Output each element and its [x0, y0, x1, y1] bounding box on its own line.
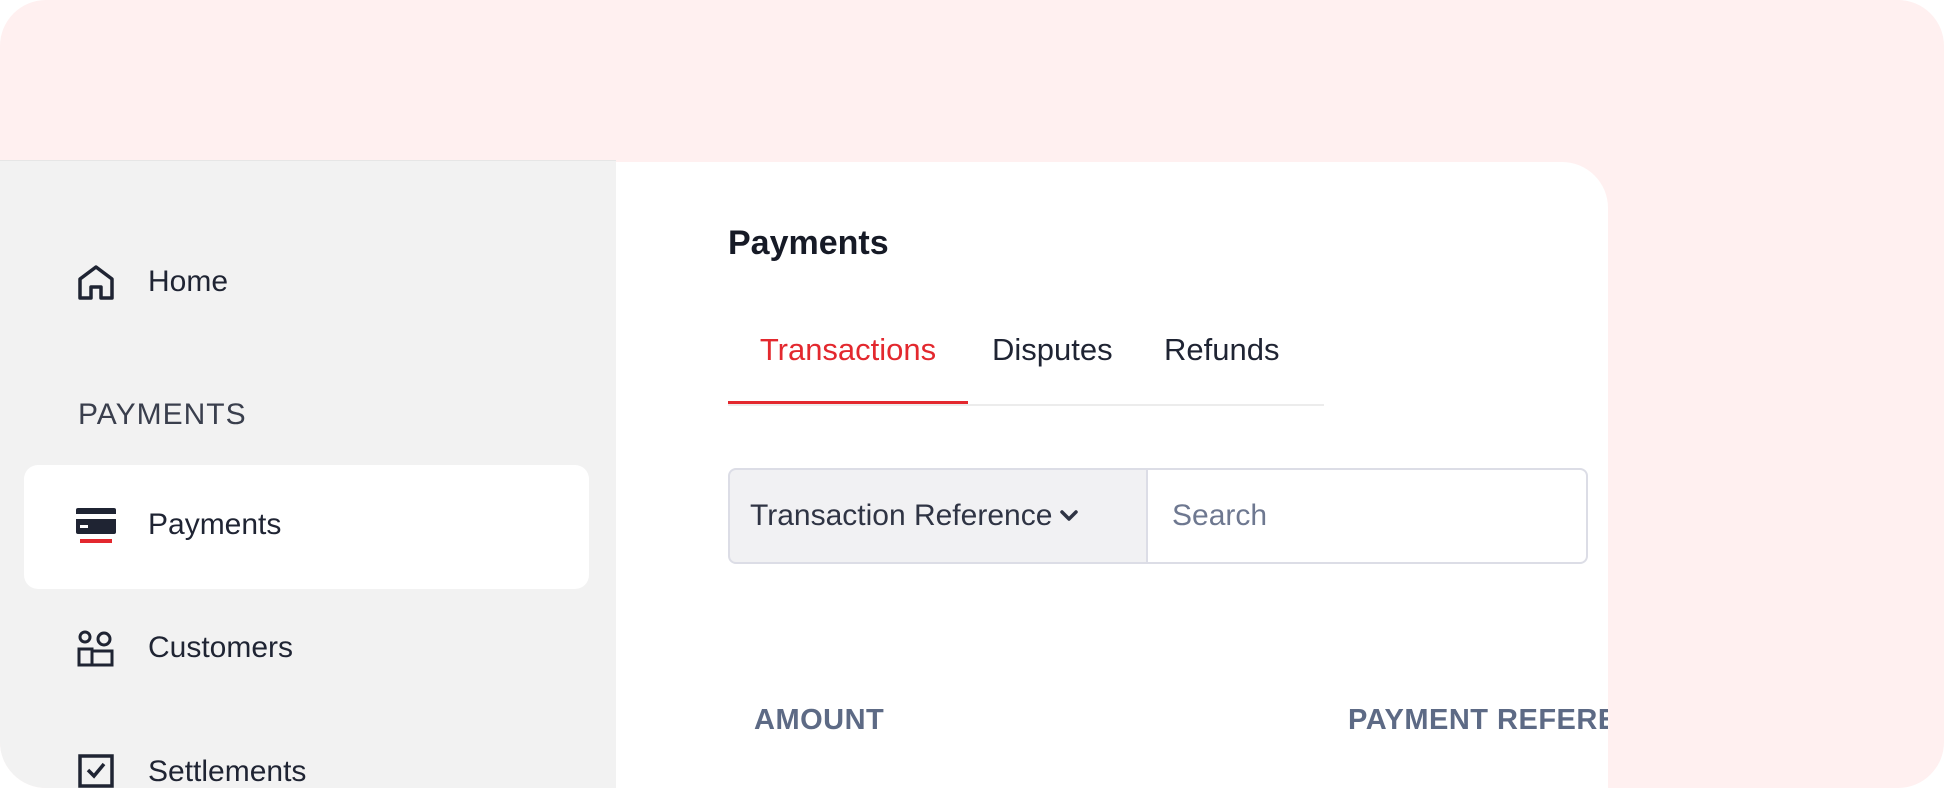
- filter-field-select[interactable]: Transaction Reference: [728, 468, 1148, 564]
- tab-transactions[interactable]: Transactions: [728, 332, 968, 404]
- chevron-down-icon: [1058, 505, 1080, 527]
- sidebar-item-label: Customers: [148, 631, 294, 664]
- search-filter: Transaction Reference: [728, 468, 1588, 564]
- card-icon: [76, 505, 116, 545]
- main-content: Payments Transactions Disputes Refunds T…: [616, 162, 1608, 788]
- sidebar-item-label: Settlements: [148, 755, 307, 788]
- sidebar-item-label: Payments: [148, 508, 282, 541]
- customers-icon: [76, 628, 116, 668]
- sidebar-item-label: Home: [148, 265, 229, 298]
- tab-disputes[interactable]: Disputes: [992, 332, 1113, 368]
- column-header-payment-reference: PAYMENT REFERENCE: [1348, 704, 1608, 736]
- filter-field-value: Transaction Reference: [750, 499, 1053, 532]
- sidebar-item-settlements[interactable]: Settlements: [76, 752, 306, 788]
- main-panel: Payments Transactions Disputes Refunds T…: [616, 162, 1608, 788]
- sidebar-item-home[interactable]: Home: [76, 262, 228, 302]
- sidebar-item-payments[interactable]: Payments: [76, 505, 281, 545]
- column-header-amount: AMOUNT: [754, 704, 885, 736]
- page-title: Payments: [728, 224, 889, 262]
- search-input[interactable]: [1148, 468, 1588, 564]
- app-frame: Home PAYMENTS Payments Customers Settlem…: [0, 0, 1944, 788]
- sidebar-section-heading: PAYMENTS: [78, 398, 247, 431]
- sidebar-item-customers[interactable]: Customers: [76, 628, 293, 668]
- settlements-icon: [76, 752, 116, 788]
- tab-refunds[interactable]: Refunds: [1164, 332, 1279, 368]
- tab-bar: Transactions Disputes Refunds: [728, 332, 1324, 406]
- home-icon: [76, 262, 116, 302]
